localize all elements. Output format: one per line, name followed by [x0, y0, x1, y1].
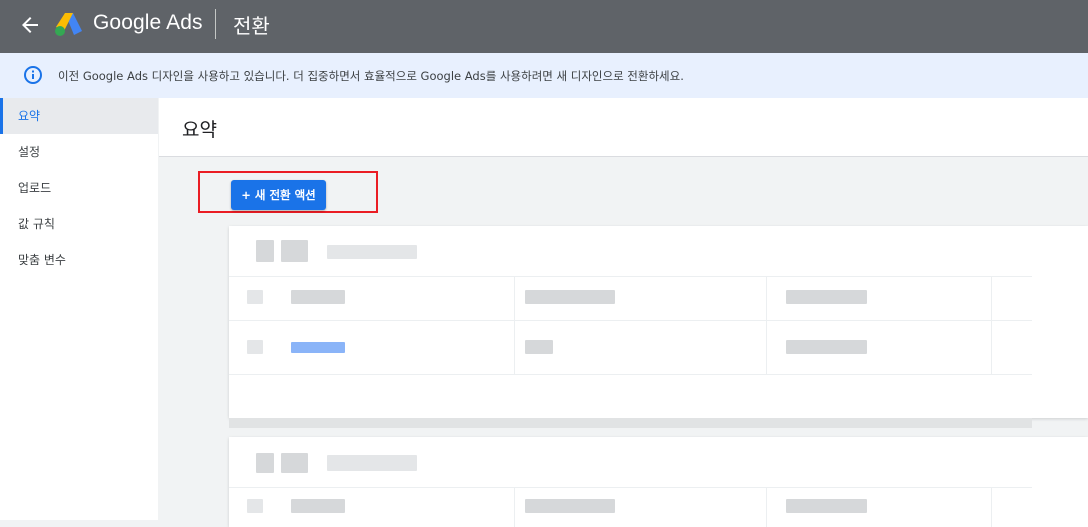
- blurred-card-title: [281, 453, 308, 473]
- new-conversion-action-button[interactable]: + 새 전환 액션: [231, 180, 326, 210]
- blurred-conversion-link[interactable]: [291, 342, 345, 353]
- blurred-cell: [786, 499, 867, 513]
- table-divider: [229, 276, 1032, 277]
- blurred-cell: [525, 340, 553, 354]
- blurred-card-subtitle: [327, 245, 417, 259]
- table-divider: [229, 320, 1032, 321]
- sidebar-item-label: 요약: [18, 109, 41, 123]
- blurred-cell: [247, 499, 263, 513]
- sidebar-item-custom-variables[interactable]: 맞춤 변수: [0, 242, 158, 278]
- table-column-divider: [766, 276, 767, 374]
- table-divider: [229, 487, 1032, 488]
- blurred-cell: [291, 499, 345, 513]
- conversion-table-card: [229, 226, 1088, 418]
- table-column-divider: [514, 487, 515, 527]
- sidebar-item-label: 값 규칙: [18, 217, 55, 231]
- blurred-card-title: [281, 240, 308, 262]
- section-title: 요약: [182, 119, 217, 141]
- design-notice-banner: 이전 Google Ads 디자인을 사용하고 있습니다. 더 집중하면서 효율…: [0, 53, 1088, 98]
- table-column-divider: [514, 276, 515, 374]
- sidebar-item-uploads[interactable]: 업로드: [0, 170, 158, 206]
- blurred-cell: [291, 290, 345, 304]
- brand-name: Google Ads: [93, 11, 203, 34]
- blurred-card-subtitle: [327, 455, 417, 471]
- sidebar-item-value-rules[interactable]: 값 규칙: [0, 206, 158, 242]
- google-ads-logo-icon: [54, 11, 84, 37]
- blurred-cell: [525, 290, 615, 304]
- sidebar-item-label: 맞춤 변수: [18, 253, 66, 267]
- table-column-divider: [766, 487, 767, 527]
- blurred-cell: [786, 290, 867, 304]
- conversion-table-card: [229, 437, 1088, 527]
- page-title: 전환: [233, 14, 270, 38]
- sidebar: 요약 설정 업로드 값 규칙 맞춤 변수: [0, 98, 158, 520]
- card-separator: [229, 418, 1032, 428]
- back-arrow-icon[interactable]: [18, 13, 42, 37]
- table-column-divider: [991, 276, 992, 374]
- top-bar: Google Ads 전환: [0, 0, 1088, 53]
- main-header: 요약: [159, 98, 1088, 157]
- sidebar-item-settings[interactable]: 설정: [0, 134, 158, 170]
- sidebar-item-summary[interactable]: 요약: [0, 98, 158, 134]
- blurred-cell: [786, 340, 867, 354]
- blurred-cell: [247, 340, 263, 354]
- blurred-cell: [525, 499, 615, 513]
- blurred-cell: [247, 290, 263, 304]
- table-divider: [229, 374, 1032, 375]
- blurred-card-title: [256, 240, 274, 262]
- sidebar-item-label: 업로드: [18, 181, 52, 195]
- banner-text[interactable]: 이전 Google Ads 디자인을 사용하고 있습니다. 더 집중하면서 효율…: [58, 68, 684, 84]
- info-icon: [23, 65, 43, 85]
- header-divider: [215, 9, 216, 39]
- sidebar-item-label: 설정: [18, 145, 41, 159]
- table-column-divider: [991, 487, 992, 527]
- blurred-card-title: [256, 453, 274, 473]
